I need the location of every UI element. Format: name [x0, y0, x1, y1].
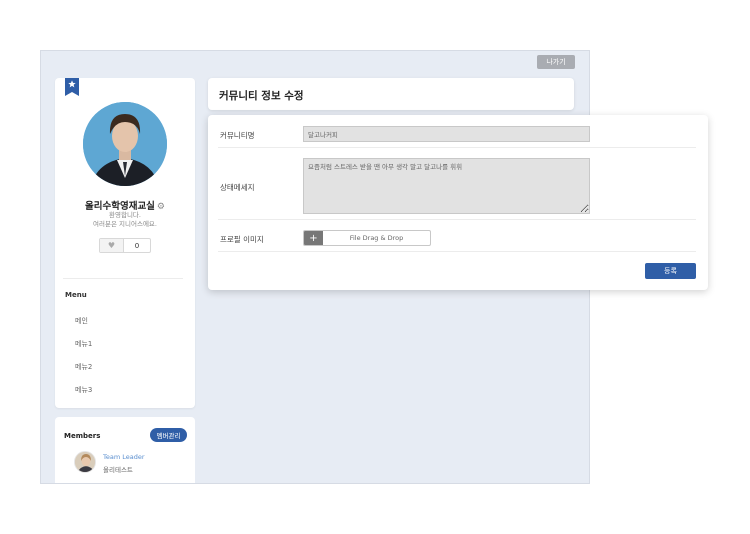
- community-avatar: [83, 102, 167, 186]
- community-name: 올리수학영재교실 ⚙: [55, 198, 195, 212]
- divider: [218, 219, 696, 220]
- heart-icon: ♥: [100, 239, 124, 252]
- member-role: Team Leader: [103, 453, 145, 461]
- page-title: 커뮤니티 정보 수정: [219, 90, 304, 102]
- members-card: Members 멤버관리 Team Leader 올리테스트: [55, 417, 195, 483]
- member-avatar[interactable]: [74, 451, 96, 473]
- members-title: Members: [64, 432, 101, 440]
- like-count: 0: [134, 241, 140, 250]
- menu-item-main[interactable]: 메인: [75, 316, 88, 326]
- welcome-line: 여러분은 지니어스에요.: [93, 220, 157, 228]
- community-name-label: 커뮤니티명: [220, 131, 255, 140]
- exit-button[interactable]: 나가기: [537, 55, 575, 69]
- status-message-textarea[interactable]: 요즘처럼 스트레스 받을 땐 아무 생각 말고 달고나를 휘휘: [303, 158, 590, 214]
- like-button[interactable]: ♥ 0: [99, 238, 151, 253]
- manage-members-button[interactable]: 멤버관리: [150, 428, 187, 442]
- community-name-input[interactable]: [303, 126, 590, 142]
- page-title-bar: 커뮤니티 정보 수정: [208, 78, 574, 110]
- menu-title: Menu: [65, 291, 87, 299]
- divider: [63, 278, 183, 279]
- profile-card: 올리수학영재교실 ⚙ 환영합니다. 여러분은 지니어스에요. ♥ 0 Menu 메…: [55, 78, 195, 408]
- file-drop-text: File Drag & Drop: [349, 234, 404, 242]
- file-drop-zone[interactable]: + File Drag & Drop: [303, 230, 431, 246]
- member-name: 올리테스트: [103, 466, 133, 474]
- menu-item-2[interactable]: 메뉴2: [75, 362, 92, 372]
- submit-button[interactable]: 등록: [645, 263, 696, 279]
- welcome-message: 환영합니다. 여러분은 지니어스에요.: [55, 211, 195, 229]
- plus-icon[interactable]: +: [304, 231, 323, 245]
- divider: [218, 147, 696, 148]
- menu-item-1[interactable]: 메뉴1: [75, 339, 92, 349]
- community-edit-form: 커뮤니티명 상태메세지 요즘처럼 스트레스 받을 땐 아무 생각 말고 달고나를…: [208, 115, 708, 290]
- divider: [218, 251, 696, 252]
- welcome-line: 환영합니다.: [109, 211, 141, 219]
- menu-item-3[interactable]: 메뉴3: [75, 385, 92, 395]
- status-message-label: 상태메세지: [220, 183, 255, 192]
- profile-image-label: 프로필 이미지: [220, 235, 264, 244]
- bookmark-star-icon: [65, 78, 79, 96]
